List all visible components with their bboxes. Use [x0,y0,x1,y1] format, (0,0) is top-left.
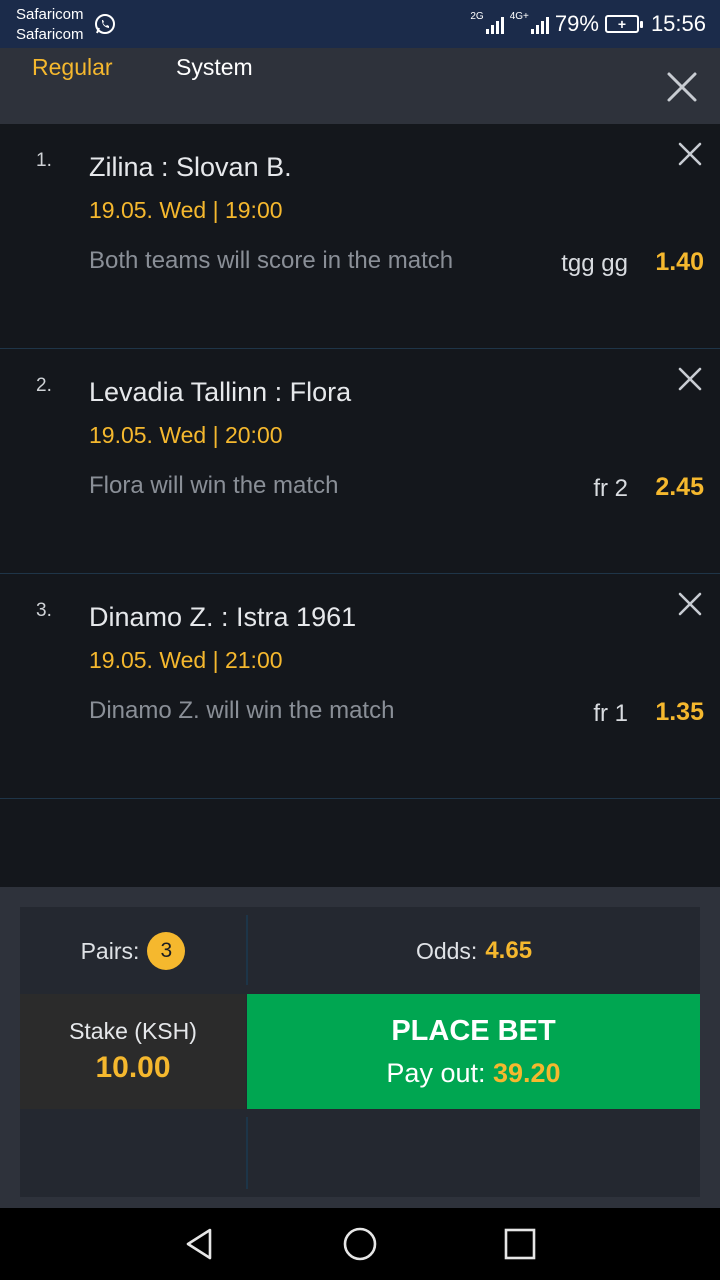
bet-item: 2. Levadia Tallinn : Flora 19.05. Wed | … [0,349,720,574]
bet-match-name: Dinamo Z. : Istra 1961 [89,602,357,632]
status-bar: Safaricom Safaricom 2G 4G+ 79% + 15:56 [0,0,720,48]
bet-code: tgg gg [561,250,628,277]
bet-match-name: Zilina : Slovan B. [89,152,292,182]
bet-number: 3. [36,600,52,621]
stake-input[interactable]: Stake (KSH) 10.00 [20,994,246,1109]
summary-card: Pairs: 3 Odds: 4.65 Stake (KSH) 10.00 PL… [20,907,700,1197]
carrier-line-1: Safaricom [16,6,84,23]
home-icon[interactable] [342,1226,378,1262]
bet-item: 1. Zilina : Slovan B. 19.05. Wed | 19:00… [0,124,720,349]
signal-icon [485,14,504,34]
bet-market: Dinamo Z. will win the match [89,697,395,724]
betslip-summary: Pairs: 3 Odds: 4.65 Stake (KSH) 10.00 PL… [0,887,720,1208]
system-nav-bar [0,1208,720,1280]
clock: 15:56 [650,11,706,36]
close-icon[interactable] [677,366,703,392]
bet-market: Flora will win the match [89,472,339,499]
pairs-label: Pairs: [80,937,140,964]
payout-label: Pay out: [386,1057,486,1088]
tab-system[interactable]: System [176,54,253,80]
bet-number: 2. [36,375,52,396]
tab-regular[interactable]: Regular [32,54,113,80]
divider [246,1117,248,1189]
stake-value: 10.00 [95,1051,171,1084]
status-indicators: 2G 4G+ 79% + 15:56 [470,0,706,48]
bet-match-name: Levadia Tallinn : Flora [89,377,352,407]
bet-number: 1. [36,150,52,171]
bet-date: 19.05. Wed | 20:00 [89,422,283,448]
place-bet-label: PLACE BET [391,1014,556,1047]
close-icon[interactable] [665,70,699,104]
battery-percent: 79% [554,11,599,36]
recents-icon[interactable] [502,1226,538,1262]
bet-code: fr 1 [593,700,628,727]
bet-list: 1. Zilina : Slovan B. 19.05. Wed | 19:00… [0,124,720,799]
signal-icon [530,14,549,34]
whatsapp-icon [95,14,115,34]
network-4g-label: 4G+ [509,11,529,22]
pairs-count-badge: 3 [147,932,186,970]
stake-label: Stake (KSH) [69,1018,197,1044]
network-2g-label: 2G [470,11,484,22]
close-icon[interactable] [677,591,703,617]
bet-odds: 2.45 [655,473,704,501]
bet-code: fr 2 [593,475,628,502]
bet-odds: 1.35 [655,698,704,726]
place-bet-button[interactable]: PLACE BET Pay out: 39.20 [247,994,700,1109]
carrier-info: Safaricom Safaricom [16,5,84,45]
bet-market: Both teams will score in the match [89,247,454,274]
payout-value: 39.20 [493,1057,561,1088]
bet-odds: 1.40 [655,248,704,276]
betslip-header: Regular System [0,48,720,124]
battery-icon: + [604,15,643,33]
close-icon[interactable] [677,141,703,167]
odds-value: 4.65 [485,937,533,964]
carrier-line-2: Safaricom [16,26,84,43]
back-icon[interactable] [182,1226,218,1262]
odds-label: Odds: [415,937,478,964]
payout-text: Pay out: 39.20 [386,1058,560,1089]
bet-date: 19.05. Wed | 19:00 [89,197,283,223]
pairs-info: Pairs: 3 [20,907,246,995]
bet-date: 19.05. Wed | 21:00 [89,647,283,673]
total-odds: Odds: 4.65 [248,907,700,995]
bet-item: 3. Dinamo Z. : Istra 1961 19.05. Wed | 2… [0,574,720,799]
